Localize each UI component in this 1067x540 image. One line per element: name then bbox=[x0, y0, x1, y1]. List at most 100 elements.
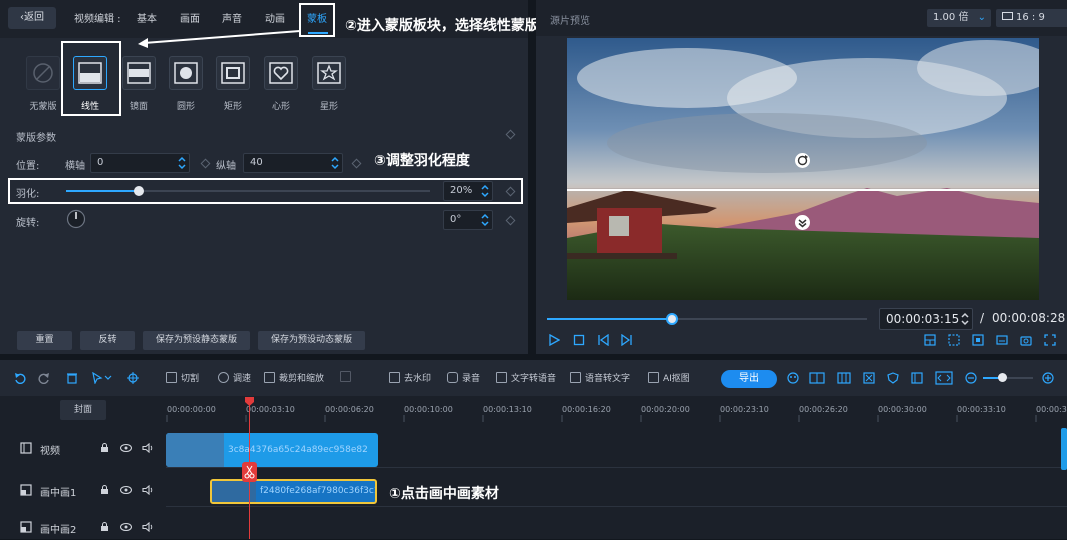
text-to-speech-button[interactable]: 文字转语音 bbox=[496, 371, 556, 384]
rotate-handle-icon[interactable] bbox=[794, 152, 811, 169]
x-keyframe-icon[interactable] bbox=[200, 158, 211, 169]
split-view-icon[interactable] bbox=[809, 372, 825, 384]
lock-icon[interactable] bbox=[100, 522, 109, 532]
ruler-label: 00:00:10:00 bbox=[404, 405, 453, 414]
timeline-zoom-slider[interactable] bbox=[983, 373, 1033, 382]
eye-icon[interactable] bbox=[120, 485, 132, 495]
track-name: 画中画2 bbox=[40, 525, 77, 536]
playhead-scissors-icon[interactable] bbox=[242, 462, 257, 482]
undo-icon[interactable] bbox=[14, 372, 26, 384]
aspect-ratio-select[interactable]: 16 : 9 bbox=[996, 9, 1067, 27]
invert-button[interactable]: 反转 bbox=[80, 331, 135, 350]
snap-icon[interactable] bbox=[127, 372, 139, 384]
snapshot-camera-icon[interactable] bbox=[1020, 334, 1032, 346]
layout-icon[interactable] bbox=[924, 334, 936, 346]
y-axis-input[interactable]: 40 bbox=[243, 153, 343, 173]
annotation-step2: ②进入蒙版板块，选择线性蒙版 bbox=[345, 18, 539, 34]
next-frame-icon[interactable] bbox=[621, 334, 633, 346]
mosaic-icon bbox=[340, 371, 351, 382]
eye-icon[interactable] bbox=[120, 443, 132, 453]
remove-watermark-button[interactable]: 去水印 bbox=[389, 371, 431, 384]
freeze-frame-icon[interactable] bbox=[911, 372, 923, 384]
zoom-in-icon[interactable] bbox=[1042, 372, 1054, 384]
chevron-down-icon: ⌄ bbox=[977, 12, 986, 23]
x-axis-label: 横轴 bbox=[65, 161, 85, 172]
cut-button[interactable]: 切割 bbox=[166, 371, 199, 384]
export-button[interactable]: 导出 bbox=[721, 370, 777, 388]
track-scroll-handle[interactable] bbox=[1061, 428, 1067, 470]
mask-settings-panel: ‹返回 视频编辑 : 基本 画面 声音 动画 蒙板 ②进入蒙版板块，选择线性蒙版… bbox=[0, 0, 539, 354]
zoom-out-icon[interactable] bbox=[965, 372, 977, 384]
mask-shape-rectangle[interactable] bbox=[216, 56, 250, 90]
safe-area-icon[interactable] bbox=[948, 334, 960, 346]
current-time-input[interactable]: 00:00:03:15 bbox=[879, 308, 973, 330]
speaker-icon[interactable] bbox=[142, 522, 154, 532]
speech-to-text-button[interactable]: 语音转文字 bbox=[570, 371, 630, 384]
save-dynamic-mask-button[interactable]: 保存为预设动态蒙版 bbox=[258, 331, 365, 350]
redo-icon[interactable] bbox=[38, 372, 50, 384]
tab-basic[interactable]: 基本 bbox=[137, 10, 157, 25]
x-axis-stepper-icon[interactable] bbox=[177, 155, 187, 171]
playhead-handle[interactable] bbox=[244, 396, 255, 407]
select-pointer-icon[interactable] bbox=[92, 372, 112, 384]
mask-shape-heart-label: 心形 bbox=[271, 102, 290, 112]
save-static-mask-button[interactable]: 保存为预设静态蒙版 bbox=[143, 331, 250, 350]
play-icon[interactable] bbox=[548, 334, 560, 346]
mask-shape-star[interactable] bbox=[312, 56, 346, 90]
mosaic-button[interactable] bbox=[340, 371, 351, 382]
speed-button[interactable]: 调速 bbox=[218, 371, 251, 384]
track-divider bbox=[166, 467, 1067, 468]
prev-frame-icon[interactable] bbox=[597, 334, 609, 346]
fullscreen-icon[interactable] bbox=[1044, 334, 1056, 346]
feather-handle-icon[interactable] bbox=[794, 214, 811, 231]
tab-sound[interactable]: 声音 bbox=[222, 10, 242, 25]
stop-icon[interactable] bbox=[573, 334, 585, 346]
lock-icon[interactable] bbox=[100, 485, 109, 495]
pip-track-icon bbox=[20, 521, 32, 533]
mask-shape-circle[interactable] bbox=[169, 56, 203, 90]
delete-icon[interactable] bbox=[66, 372, 78, 384]
rotate-dial-icon[interactable] bbox=[66, 209, 86, 229]
speaker-icon[interactable] bbox=[142, 485, 154, 495]
tab-picture[interactable]: 画面 bbox=[180, 10, 200, 25]
crop-zoom-button[interactable]: 裁剪和缩放 bbox=[264, 371, 324, 384]
pip-clip[interactable]: f2480fe268af7980c36f3c1 bbox=[210, 479, 377, 504]
rotate-keyframe-icon[interactable] bbox=[505, 215, 516, 226]
video-preview-frame[interactable] bbox=[567, 38, 1039, 300]
mask-shape-star-label: 星形 bbox=[319, 102, 338, 112]
record-button[interactable]: 录音 bbox=[447, 371, 480, 384]
y-axis-stepper-icon[interactable] bbox=[330, 155, 340, 171]
time-stepper-icon[interactable] bbox=[960, 311, 970, 327]
speaker-icon[interactable] bbox=[142, 443, 154, 453]
back-button[interactable]: ‹返回 bbox=[8, 7, 56, 29]
eye-icon[interactable] bbox=[120, 522, 132, 532]
close-box-icon[interactable] bbox=[863, 372, 875, 384]
lock-icon[interactable] bbox=[100, 443, 109, 453]
mask-shape-mirror[interactable] bbox=[122, 56, 156, 90]
playback-handle[interactable] bbox=[665, 313, 678, 325]
reset-button[interactable]: 重置 bbox=[17, 331, 72, 350]
shield-icon[interactable] bbox=[887, 372, 899, 384]
tab-animation[interactable]: 动画 bbox=[265, 10, 285, 25]
y-keyframe-icon[interactable] bbox=[351, 158, 362, 169]
pip-track-icon bbox=[20, 484, 32, 496]
fit-timeline-icon[interactable] bbox=[935, 371, 953, 385]
rotate-label: 旋转: bbox=[16, 218, 40, 229]
keyframe-diamond-icon[interactable] bbox=[505, 129, 516, 140]
palette-icon[interactable] bbox=[787, 372, 799, 384]
columns-icon[interactable] bbox=[837, 372, 851, 384]
rotate-stepper-icon[interactable] bbox=[480, 212, 490, 228]
timeline-zoom-handle[interactable] bbox=[998, 373, 1007, 382]
mask-shape-none[interactable] bbox=[26, 56, 60, 90]
zoom-select[interactable]: 1.00 倍 ⌄ bbox=[927, 9, 991, 27]
cover-button[interactable]: 封面 bbox=[60, 400, 106, 420]
fit-screen-icon[interactable] bbox=[972, 334, 984, 346]
subtitle-icon[interactable] bbox=[996, 334, 1008, 346]
ai-cutout-icon bbox=[648, 372, 659, 383]
mask-shape-heart[interactable] bbox=[264, 56, 298, 90]
ai-cutout-button[interactable]: AI抠图 bbox=[648, 371, 690, 384]
video-edit-label: 视频编辑 : bbox=[74, 14, 121, 25]
video-clip[interactable]: 3c8a4376a65c24a89ec958e82 bbox=[166, 433, 378, 467]
x-axis-input[interactable]: 0 bbox=[90, 153, 190, 173]
playback-progress-track[interactable] bbox=[547, 313, 867, 325]
